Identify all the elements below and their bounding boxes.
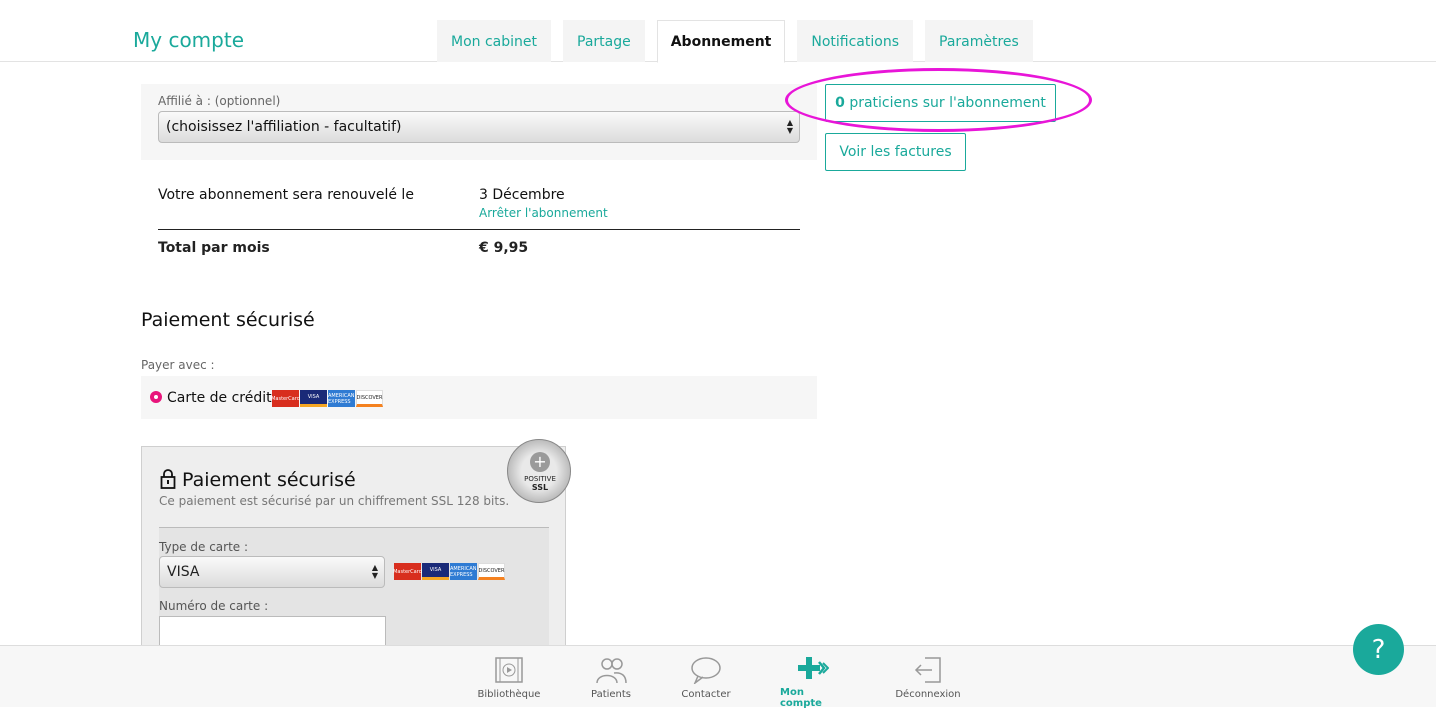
affiliation-select[interactable]: (choisissez l'affiliation - facultatif) … xyxy=(158,111,800,143)
ssl-badge-line2: SSL xyxy=(531,483,549,492)
tab-abonnement[interactable]: Abonnement xyxy=(656,20,786,63)
nav-label: Mon compte xyxy=(780,687,822,709)
select-arrows-icon: ▲ ▼ xyxy=(371,563,378,580)
affiliation-label: Affilié à : (optionnel) xyxy=(158,94,281,108)
view-invoices-button[interactable]: Voir les factures xyxy=(825,133,966,171)
bottom-nav: Bibliothèque Patients Contacter Mon comp… xyxy=(0,645,1436,709)
help-button[interactable]: ? xyxy=(1353,624,1404,675)
visa-icon: VISA xyxy=(300,390,327,407)
secure-box-subtitle: Ce paiement est sécurisé par un chiffrem… xyxy=(159,494,510,508)
credit-card-radio[interactable] xyxy=(150,391,162,403)
plus-icon: + xyxy=(530,452,550,472)
logout-icon xyxy=(911,655,945,685)
divider xyxy=(158,229,800,230)
secure-payment-box: Paiement sécurisé Ce paiement est sécuri… xyxy=(141,446,566,657)
total-label: Total par mois xyxy=(158,240,270,256)
total-value: € 9,95 xyxy=(479,240,529,256)
card-type-select[interactable]: VISA ▲ ▼ xyxy=(159,556,385,588)
tab-parametres[interactable]: Paramètres xyxy=(925,20,1033,62)
credit-card-label: Carte de crédit xyxy=(167,390,272,406)
chat-icon xyxy=(689,655,723,685)
secure-box-title: Paiement sécurisé xyxy=(182,469,356,491)
amex-icon: AMERICAN EXPRESS xyxy=(328,390,355,407)
library-icon xyxy=(492,655,526,685)
nav-contacter[interactable]: Contacter xyxy=(681,646,731,708)
ssl-badge-line1: POSITIVE xyxy=(524,475,556,483)
mastercard-icon: MasterCard xyxy=(271,390,300,407)
select-arrows-icon: ▲ ▼ xyxy=(786,118,793,135)
card-type-value: VISA xyxy=(167,564,200,580)
discover-icon: DISCOVER xyxy=(478,563,505,580)
ssl-badge-icon: + POSITIVE SSL xyxy=(507,439,571,503)
card-type-label: Type de carte : xyxy=(159,540,249,554)
card-logos: MasterCard VISA AMERICAN EXPRESS DISCOVE… xyxy=(271,390,383,407)
mastercard-icon: MasterCard xyxy=(393,563,422,580)
tab-notifications[interactable]: Notifications xyxy=(797,20,913,62)
nav-label: Contacter xyxy=(681,689,731,700)
card-form: Type de carte : VISA ▲ ▼ MasterCard VISA … xyxy=(159,527,549,657)
payment-method-row[interactable]: Carte de crédit MasterCard VISA AMERICAN… xyxy=(141,376,817,419)
lock-icon xyxy=(160,469,176,489)
nav-bibliotheque[interactable]: Bibliothèque xyxy=(477,646,541,708)
stop-subscription-link[interactable]: Arrêter l'abonnement xyxy=(479,206,608,220)
secure-payment-heading: Paiement sécurisé xyxy=(141,309,315,331)
nav-label: Déconnexion xyxy=(895,689,961,700)
card-number-label: Numéro de carte : xyxy=(159,599,269,613)
affiliation-selected-value: (choisissez l'affiliation - facultatif) xyxy=(166,119,402,135)
nav-deconnexion[interactable]: Déconnexion xyxy=(895,646,961,708)
renew-label: Votre abonnement sera renouvelé le xyxy=(158,187,414,203)
card-logos: MasterCard VISA AMERICAN EXPRESS DISCOVE… xyxy=(393,563,505,580)
highlight-ellipse xyxy=(785,68,1092,132)
discover-icon: DISCOVER xyxy=(356,390,383,407)
top-bar: My compte Mon cabinet Partage Abonnement… xyxy=(0,0,1436,63)
affiliation-panel: Affilié à : (optionnel) (choisissez l'af… xyxy=(141,84,817,160)
nav-label: Bibliothèque xyxy=(477,689,541,700)
amex-icon: AMERICAN EXPRESS xyxy=(450,563,477,580)
tab-mon-cabinet[interactable]: Mon cabinet xyxy=(437,20,551,62)
nav-label: Patients xyxy=(590,689,632,700)
nav-patients[interactable]: Patients xyxy=(588,646,634,708)
patients-icon xyxy=(594,655,628,685)
page-title: My compte xyxy=(133,28,245,52)
tab-partage[interactable]: Partage xyxy=(563,20,645,62)
nav-mon-compte[interactable]: Mon compte xyxy=(780,646,846,709)
medical-cross-icon xyxy=(796,655,830,683)
visa-icon: VISA xyxy=(422,563,449,580)
renew-date: 3 Décembre xyxy=(479,187,565,203)
pay-with-label: Payer avec : xyxy=(141,358,215,372)
tab-bar: Mon cabinet Partage Abonnement Notificat… xyxy=(437,20,1045,63)
